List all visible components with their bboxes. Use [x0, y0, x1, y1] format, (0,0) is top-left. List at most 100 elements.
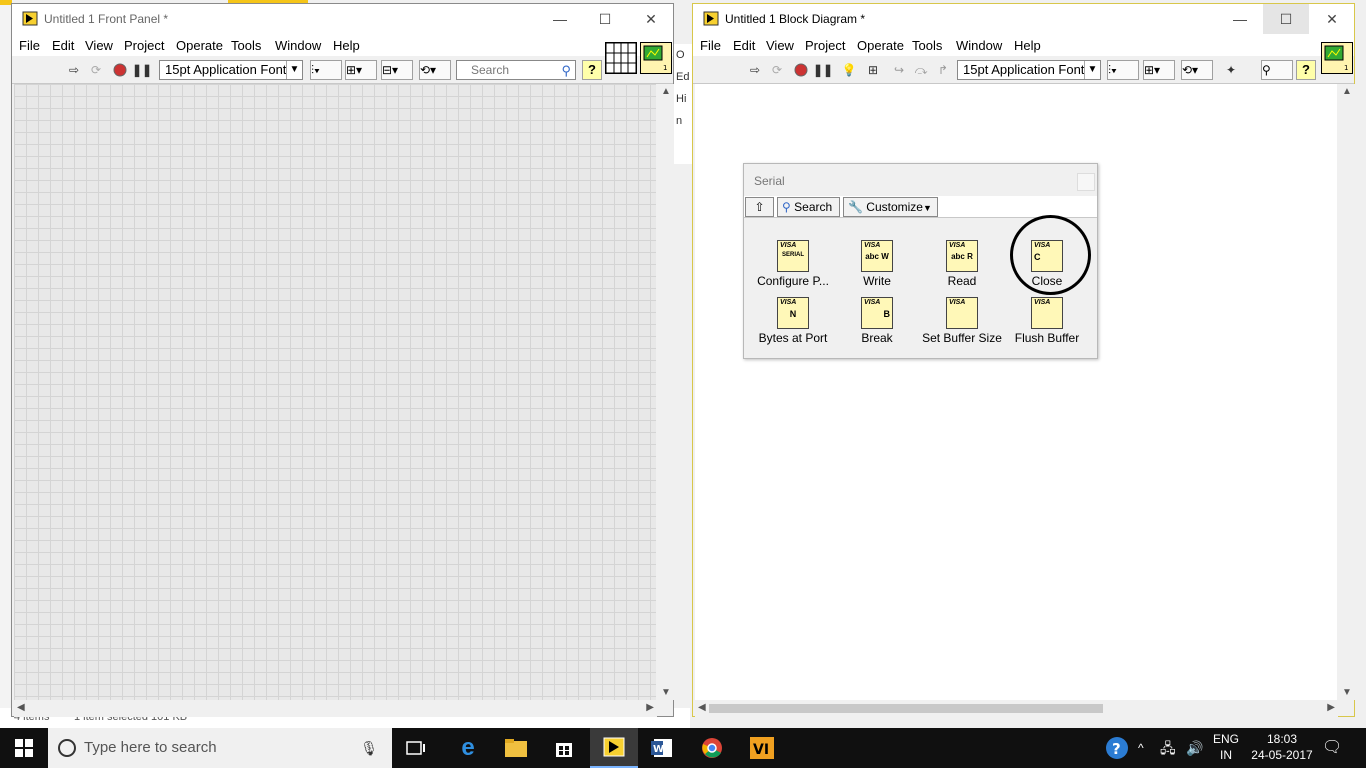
windows-start-icon[interactable] [0, 728, 48, 768]
scroll-up-icon[interactable]: ▲ [661, 86, 671, 97]
run-arrow-icon[interactable]: ⇨ [64, 60, 84, 80]
help-tray-icon[interactable]: ? [1104, 728, 1132, 768]
vi-file-icon[interactable]: VI [738, 728, 786, 768]
menu-project[interactable]: Project [124, 38, 164, 53]
palette-item-flush-buffer[interactable]: VISA Flush Buffer [1004, 297, 1090, 345]
scroll-left-icon[interactable]: ◀ [17, 702, 25, 713]
resize-objects-dropdown[interactable]: ⊟▾ [381, 60, 413, 80]
word-icon[interactable]: W [638, 728, 686, 768]
network-icon[interactable]: 🖧 [1160, 728, 1182, 768]
vi-icon[interactable]: 1 [1321, 42, 1353, 74]
language-indicator[interactable]: ENG IN [1212, 728, 1240, 768]
front-panel-titlebar[interactable]: Untitled 1 Front Panel * — ☐ ✕ [12, 4, 673, 34]
chrome-icon[interactable] [688, 728, 736, 768]
menu-tools[interactable]: Tools [912, 38, 942, 53]
run-continuously-icon[interactable]: ⟳ [767, 60, 787, 80]
task-view-icon[interactable] [392, 728, 440, 768]
menu-window[interactable]: Window [275, 38, 321, 53]
menu-help[interactable]: Help [1014, 38, 1041, 53]
vi-icon[interactable]: 1 [640, 42, 672, 74]
labview-taskbar-icon[interactable] [590, 728, 638, 768]
scroll-left-icon[interactable]: ◀ [698, 702, 706, 713]
menu-view[interactable]: View [85, 38, 113, 53]
microphone-icon[interactable]: 🎙 [360, 728, 378, 768]
minimize-button[interactable]: — [537, 4, 583, 34]
front-panel-canvas[interactable] [14, 84, 656, 700]
palette-customize-button[interactable]: 🔧 Customize▼ [843, 197, 938, 217]
abort-icon[interactable] [791, 60, 811, 80]
menu-tools[interactable]: Tools [231, 38, 261, 53]
context-help-button[interactable]: ? [1296, 60, 1316, 80]
scroll-right-icon[interactable]: ▶ [646, 702, 654, 713]
maximize-button[interactable]: ☐ [582, 4, 628, 34]
abort-icon[interactable] [110, 60, 130, 80]
maximize-button[interactable]: ☐ [1263, 4, 1309, 34]
palette-search-button[interactable]: ⚲ Search [777, 197, 840, 217]
vertical-scrollbar[interactable]: ▲ ▼ [1338, 84, 1355, 700]
show-hidden-icons-icon[interactable]: ^ [1138, 728, 1154, 768]
menu-operate[interactable]: Operate [857, 38, 904, 53]
cortana-icon [58, 739, 76, 757]
context-help-button[interactable]: ? [582, 60, 602, 80]
palette-item-set-buffer-size[interactable]: VISA Set Buffer Size [919, 297, 1005, 345]
store-icon[interactable] [540, 728, 588, 768]
palette-close-button[interactable] [1077, 173, 1095, 191]
menu-edit[interactable]: Edit [733, 38, 755, 53]
close-button[interactable]: ✕ [1309, 4, 1355, 34]
palette-item-break[interactable]: VISA B Break [834, 297, 920, 345]
edge-browser-icon[interactable]: e [444, 728, 492, 768]
search-button[interactable]: ⚲ [1261, 60, 1293, 80]
horizontal-scrollbar[interactable]: ◀ ▶ [695, 700, 1338, 717]
scrollbar-thumb[interactable] [709, 704, 1103, 713]
menu-view[interactable]: View [766, 38, 794, 53]
palette-item-read[interactable]: VISA abc R Read [919, 240, 1005, 288]
palette-item-write[interactable]: VISA abc W Write [834, 240, 920, 288]
highlight-execution-icon[interactable]: 💡 [839, 60, 859, 80]
align-objects-dropdown[interactable]: ⫶▾ [310, 60, 342, 80]
close-button[interactable]: ✕ [628, 4, 674, 34]
menu-operate[interactable]: Operate [176, 38, 223, 53]
minimize-button[interactable]: — [1217, 4, 1263, 34]
menu-window[interactable]: Window [956, 38, 1002, 53]
distribute-objects-dropdown[interactable]: ⊞▾ [345, 60, 377, 80]
scroll-down-icon[interactable]: ▼ [1342, 687, 1352, 698]
distribute-objects-dropdown[interactable]: ⊞▾ [1143, 60, 1175, 80]
palette-item-bytes-at-port[interactable]: VISA N Bytes at Port [750, 297, 836, 345]
menu-file[interactable]: File [700, 38, 721, 53]
scroll-down-icon[interactable]: ▼ [661, 687, 671, 698]
clean-up-diagram-icon[interactable]: ✦ [1219, 60, 1243, 80]
scroll-up-icon[interactable]: ▲ [1342, 86, 1352, 97]
step-into-icon[interactable]: ↪ [889, 60, 909, 80]
run-continuously-icon[interactable]: ⟳ [86, 60, 106, 80]
volume-icon[interactable]: 🔊 [1186, 728, 1208, 768]
reorder-dropdown[interactable]: ⟲▾ [1181, 60, 1213, 80]
align-objects-dropdown[interactable]: ⫶▾ [1107, 60, 1139, 80]
vertical-scrollbar[interactable]: ▲ ▼ [657, 84, 674, 700]
menu-edit[interactable]: Edit [52, 38, 74, 53]
pause-icon[interactable]: ❚❚ [813, 60, 833, 80]
menu-file[interactable]: File [19, 38, 40, 53]
font-selector[interactable]: 15pt Application Font ▼ [159, 60, 303, 80]
visa-break-icon: VISA B [861, 297, 893, 329]
menu-project[interactable]: Project [805, 38, 845, 53]
menu-help[interactable]: Help [333, 38, 360, 53]
taskbar-search-box[interactable]: Type here to search 🎙 [48, 728, 392, 768]
horizontal-scrollbar[interactable]: ◀ ▶ [14, 700, 657, 717]
front-panel-toolbar: ⇨ ⟳ ❚❚ 15pt Application Font ▼ ⫶▾ ⊞▾ ⊟▾ … [12, 56, 673, 84]
search-input[interactable]: Search ⚲ [456, 60, 576, 80]
action-center-icon[interactable]: 🗨 [1322, 728, 1344, 768]
retain-wire-values-icon[interactable]: ⊞ [863, 60, 883, 80]
block-diagram-titlebar[interactable]: Untitled 1 Block Diagram * — ☐ ✕ [693, 4, 1354, 34]
clock[interactable]: 18:03 24-05-2017 [1248, 728, 1316, 768]
connector-pane-icon[interactable] [605, 42, 637, 74]
step-out-icon[interactable]: ↱ [933, 60, 953, 80]
font-selector[interactable]: 15pt Application Font ▼ [957, 60, 1101, 80]
palette-item-configure-serial-port[interactable]: VISA SERIAL Configure P... [750, 240, 836, 288]
file-explorer-icon[interactable] [492, 728, 540, 768]
step-over-icon[interactable]: ⤼ [911, 60, 931, 80]
scroll-right-icon[interactable]: ▶ [1327, 702, 1335, 713]
pause-icon[interactable]: ❚❚ [132, 60, 152, 80]
run-arrow-icon[interactable]: ⇨ [745, 60, 765, 80]
palette-up-button[interactable]: ⇧ [745, 197, 774, 217]
reorder-dropdown[interactable]: ⟲▾ [419, 60, 451, 80]
